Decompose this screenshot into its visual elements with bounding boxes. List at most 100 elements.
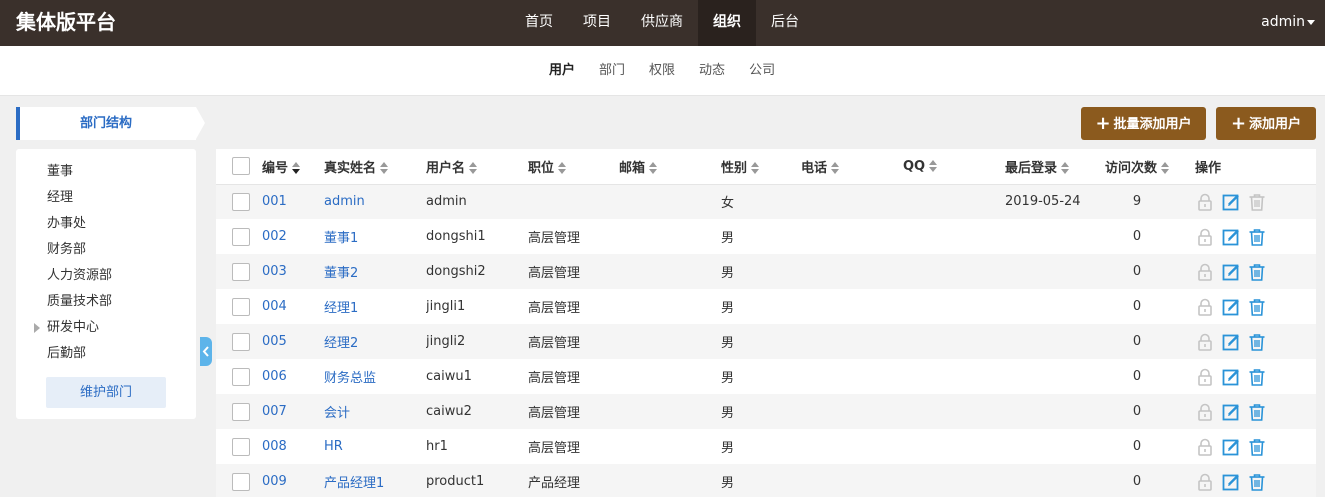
table-row[interactable]: 004 经理1 jingli1 高层管理 男 0 [216,289,1316,324]
trash-icon[interactable] [1247,297,1267,317]
id-value[interactable]: 009 [262,474,287,489]
row-checkbox[interactable] [232,402,250,421]
realname-value[interactable]: 董事1 [324,231,358,246]
trash-icon[interactable] [1247,437,1267,457]
realname-value[interactable]: admin [324,194,365,209]
sidebar-collapse-handle[interactable] [200,337,212,366]
department-item[interactable]: 后勤部 [16,341,196,367]
col-header-last-login[interactable]: 最后登录 [1005,149,1105,185]
realname-value[interactable]: 经理1 [324,301,358,316]
department-item[interactable]: 人力资源部 [16,263,196,289]
lock-icon[interactable] [1195,262,1215,282]
edit-icon[interactable] [1221,367,1241,387]
row-checkbox[interactable] [232,332,250,351]
col-header-position[interactable]: 职位 [528,149,619,185]
trash-icon[interactable] [1247,227,1267,247]
edit-icon[interactable] [1221,297,1241,317]
batch-add-user-button[interactable]: + 批量添加用户 [1081,107,1206,140]
select-all-checkbox[interactable] [232,157,250,176]
row-checkbox[interactable] [232,192,250,211]
edit-icon[interactable] [1221,402,1241,422]
id-value[interactable]: 002 [262,229,287,244]
edit-icon[interactable] [1221,437,1241,457]
department-item[interactable]: 董事 [16,159,196,185]
col-header-visits[interactable]: 访问次数 [1105,149,1187,185]
table-row[interactable]: 003 董事2 dongshi2 高层管理 男 0 [216,254,1316,289]
row-checkbox[interactable] [232,437,250,456]
trash-icon[interactable] [1247,332,1267,352]
edit-icon[interactable] [1221,472,1241,492]
table-row[interactable]: 008 HR hr1 高层管理 男 0 [216,429,1316,464]
col-header-qq[interactable]: QQ [903,149,1005,185]
lock-icon[interactable] [1195,472,1215,492]
department-item[interactable]: 经理 [16,185,196,211]
table-row[interactable]: 001 admin admin 女 2019-05-24 9 [216,184,1316,219]
id-value[interactable]: 008 [262,439,287,454]
lock-icon[interactable] [1195,297,1215,317]
id-value[interactable]: 003 [262,264,287,279]
subnav-tab-2[interactable]: 权限 [637,46,687,96]
col-header-id[interactable]: 编号 [262,149,324,185]
subnav-tab-0[interactable]: 用户 [537,46,587,96]
realname-value[interactable]: 财务总监 [324,371,376,386]
table-row[interactable]: 005 经理2 jingli2 高层管理 男 0 [216,324,1316,359]
col-header-phone[interactable]: 电话 [801,149,903,185]
realname-value[interactable]: 经理2 [324,336,358,351]
add-user-button[interactable]: + 添加用户 [1216,107,1316,140]
edit-icon[interactable] [1221,192,1241,212]
subnav-tab-4[interactable]: 公司 [737,46,787,96]
table-row[interactable]: 009 产品经理1 product1 产品经理 男 0 [216,464,1316,497]
edit-icon[interactable] [1221,227,1241,247]
subnav-tab-1[interactable]: 部门 [587,46,637,96]
department-item[interactable]: 财务部 [16,237,196,263]
lock-icon[interactable] [1195,332,1215,352]
department-item[interactable]: 研发中心 [16,315,196,341]
lock-icon[interactable] [1195,437,1215,457]
nav-item-2[interactable]: 供应商 [626,0,698,46]
table-row[interactable]: 002 董事1 dongshi1 高层管理 男 0 [216,219,1316,254]
department-item[interactable]: 质量技术部 [16,289,196,315]
row-checkbox[interactable] [232,297,250,316]
edit-icon[interactable] [1221,332,1241,352]
edit-icon[interactable] [1221,262,1241,282]
id-value[interactable]: 006 [262,369,287,384]
row-checkbox[interactable] [232,262,250,281]
nav-item-0[interactable]: 首页 [510,0,568,46]
realname-value[interactable]: 董事2 [324,266,358,281]
expand-arrow-icon[interactable] [34,323,40,333]
col-header-email[interactable]: 邮箱 [619,149,721,185]
id-value[interactable]: 001 [262,194,287,209]
lock-icon[interactable] [1195,227,1215,247]
trash-icon[interactable] [1247,402,1267,422]
nav-item-1[interactable]: 项目 [568,0,626,46]
id-value[interactable]: 007 [262,404,287,419]
sidebar-tab[interactable]: 部门结构 [16,107,205,140]
trash-icon[interactable] [1247,192,1267,212]
department-item[interactable]: 办事处 [16,211,196,237]
id-value[interactable]: 004 [262,299,287,314]
brand-title[interactable]: 集体版平台 [16,0,116,46]
table-row[interactable]: 007 会计 caiwu2 高层管理 男 0 [216,394,1316,429]
row-checkbox[interactable] [232,472,250,491]
trash-icon[interactable] [1247,262,1267,282]
col-header-gender[interactable]: 性别 [721,149,801,185]
trash-icon[interactable] [1247,367,1267,387]
id-value[interactable]: 005 [262,334,287,349]
row-checkbox[interactable] [232,367,250,386]
lock-icon[interactable] [1195,402,1215,422]
row-checkbox[interactable] [232,227,250,246]
table-row[interactable]: 006 财务总监 caiwu1 高层管理 男 0 [216,359,1316,394]
user-menu[interactable]: admin [1261,0,1315,46]
lock-icon[interactable] [1195,192,1215,212]
realname-value[interactable]: HR [324,439,343,454]
realname-value[interactable]: 产品经理1 [324,476,384,491]
subnav-tab-3[interactable]: 动态 [687,46,737,96]
nav-item-3[interactable]: 组织 [698,0,756,46]
col-header-realname[interactable]: 真实姓名 [324,149,426,185]
maintain-department-button[interactable]: 维护部门 [46,377,166,408]
realname-value[interactable]: 会计 [324,406,350,421]
lock-icon[interactable] [1195,367,1215,387]
nav-item-4[interactable]: 后台 [756,0,814,46]
col-header-username[interactable]: 用户名 [426,149,528,185]
trash-icon[interactable] [1247,472,1267,492]
